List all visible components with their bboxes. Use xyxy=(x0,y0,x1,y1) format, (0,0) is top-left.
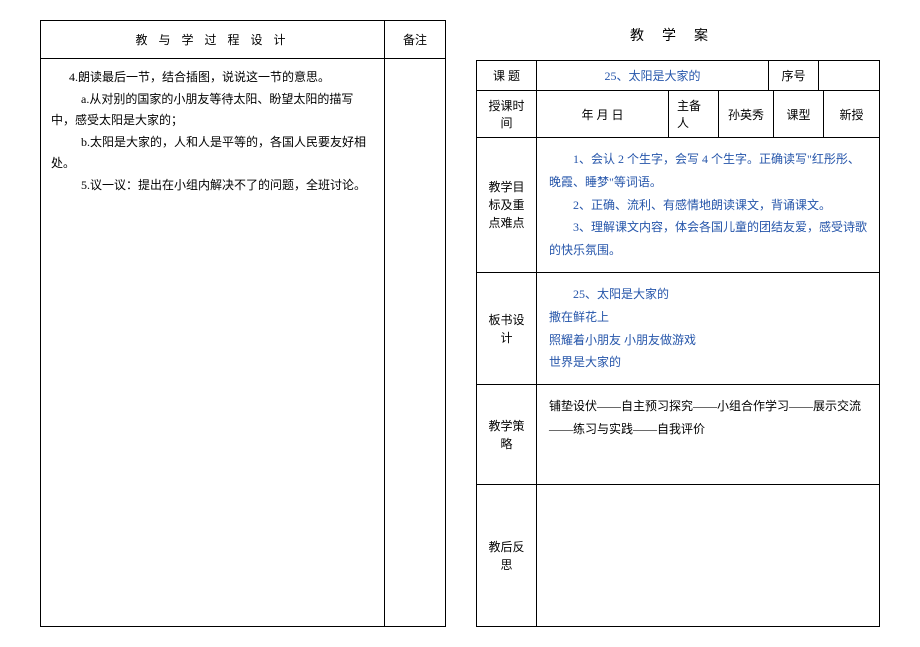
paragraph-4: 4.朗读最后一节，结合插图，说说这一节的意思。 xyxy=(51,67,374,89)
lesson-plan-title: 教学案 xyxy=(476,20,880,45)
paragraph-4a: a.从对别的国家的小朋友等待太阳、盼望太阳的描写中，感受太阳是大家的； xyxy=(51,89,374,132)
board-line-2: 撒在鲜花上 xyxy=(549,306,867,329)
topic-label: 课 题 xyxy=(477,61,537,90)
reflect-content xyxy=(537,485,879,626)
left-page: 教 与 学 过 程 设 计 备注 4.朗读最后一节，结合插图，说说这一节的意思。… xyxy=(40,20,446,627)
left-body: 4.朗读最后一节，结合插图，说说这一节的意思。 a.从对别的国家的小朋友等待太阳… xyxy=(41,59,445,626)
target-line-3: 3、理解课文内容，体会各国儿童的团结友爱，感受诗歌的快乐氛围。 xyxy=(549,216,867,262)
notes-header: 备注 xyxy=(385,21,445,58)
preparer-value: 孙英秀 xyxy=(719,91,774,137)
left-content: 4.朗读最后一节，结合插图，说说这一节的意思。 a.从对别的国家的小朋友等待太阳… xyxy=(41,59,385,626)
design-header: 教 与 学 过 程 设 计 xyxy=(41,21,385,58)
targets-content: 1、会认 2 个生字，会写 4 个生字。正确读写"红彤彤、晚霞、睡梦"等词语。 … xyxy=(537,138,879,272)
left-sidebar xyxy=(385,59,445,626)
board-label: 板书设计 xyxy=(477,273,537,384)
row-topic: 课 题 25、太阳是大家的 序号 xyxy=(477,61,879,91)
target-line-2: 2、正确、流利、有感情地朗读课文，背诵课文。 xyxy=(549,194,867,217)
row-teach-time: 授课时间 年 月 日 主备人 孙英秀 课型 新授 xyxy=(477,91,879,138)
target-line-1: 1、会认 2 个生字，会写 4 个生字。正确读写"红彤彤、晚霞、睡梦"等词语。 xyxy=(549,148,867,194)
sequence-value xyxy=(819,61,879,90)
row-targets: 教学目标及重点难点 1、会认 2 个生字，会写 4 个生字。正确读写"红彤彤、晚… xyxy=(477,138,879,273)
paragraph-5: 5.议一议：提出在小组内解决不了的问题，全班讨论。 xyxy=(51,175,374,197)
board-line-4: 世界是大家的 xyxy=(549,351,867,374)
sequence-label: 序号 xyxy=(769,61,819,90)
teach-time-label: 授课时间 xyxy=(477,91,537,137)
right-page: 教学案 课 题 25、太阳是大家的 序号 授课时间 年 月 日 主备人 孙英秀 … xyxy=(476,20,880,627)
row-board: 板书设计 25、太阳是大家的 撒在鲜花上 照耀着小朋友 小朋友做游戏 世界是大家… xyxy=(477,273,879,385)
preparer-label: 主备人 xyxy=(669,91,719,137)
lesson-plan-table: 课 题 25、太阳是大家的 序号 授课时间 年 月 日 主备人 孙英秀 课型 新… xyxy=(476,60,880,627)
board-line-1: 25、太阳是大家的 xyxy=(549,283,867,306)
row-reflect: 教后反思 xyxy=(477,485,879,626)
class-type-label: 课型 xyxy=(774,91,824,137)
class-type-value: 新授 xyxy=(824,91,879,137)
left-header-row: 教 与 学 过 程 设 计 备注 xyxy=(41,21,445,59)
paragraph-4b: b.太阳是大家的，人和人是平等的，各国人民要友好相处。 xyxy=(51,132,374,175)
topic-value: 25、太阳是大家的 xyxy=(537,61,769,90)
teach-date: 年 月 日 xyxy=(537,91,669,137)
board-content: 25、太阳是大家的 撒在鲜花上 照耀着小朋友 小朋友做游戏 世界是大家的 xyxy=(537,273,879,384)
targets-label: 教学目标及重点难点 xyxy=(477,138,537,272)
strategy-label: 教学策略 xyxy=(477,385,537,484)
reflect-label: 教后反思 xyxy=(477,485,537,626)
strategy-content: 铺垫设伏——自主预习探究——小组合作学习——展示交流——练习与实践——自我评价 xyxy=(537,385,879,484)
board-line-3: 照耀着小朋友 小朋友做游戏 xyxy=(549,329,867,352)
row-strategy: 教学策略 铺垫设伏——自主预习探究——小组合作学习——展示交流——练习与实践——… xyxy=(477,385,879,485)
